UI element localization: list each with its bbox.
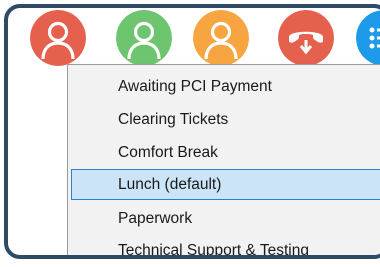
menu-item-label: Comfort Break	[118, 144, 218, 161]
menu-item-lunch-default[interactable]: Lunch (default)	[71, 169, 380, 200]
user-icon	[116, 10, 172, 66]
menu-item-awaiting-pci-payment[interactable]: Awaiting PCI Payment	[71, 71, 380, 102]
menu-item-label: Lunch (default)	[118, 176, 222, 193]
menu-item-clearing-tickets[interactable]: Clearing Tickets	[71, 104, 380, 135]
menu-item-label: Paperwork	[118, 210, 193, 227]
hangup-status-button[interactable]	[278, 10, 334, 66]
menu-item-paperwork[interactable]: Paperwork	[71, 203, 380, 234]
menu-item-label: Clearing Tickets	[118, 111, 229, 128]
orange-status-button[interactable]	[193, 10, 249, 66]
app-frame: Awaiting PCI Payment Clearing Tickets Co…	[4, 4, 380, 259]
menu-item-label: Awaiting PCI Payment	[118, 78, 272, 95]
menu-item-comfort-break[interactable]: Comfort Break	[71, 137, 380, 168]
user-icon	[30, 10, 86, 66]
status-context-menu: Awaiting PCI Payment Clearing Tickets Co…	[67, 64, 380, 259]
user-icon	[193, 10, 249, 66]
menu-item-technical-support-testing[interactable]: Technical Support & Testing	[71, 235, 380, 259]
red-status-button[interactable]	[30, 10, 86, 66]
menu-icon	[356, 10, 380, 66]
menu-item-label: Technical Support & Testing	[118, 242, 309, 259]
blue-status-button[interactable]	[356, 10, 380, 66]
green-status-button[interactable]	[116, 10, 172, 66]
phone-hangup-icon	[278, 10, 334, 66]
